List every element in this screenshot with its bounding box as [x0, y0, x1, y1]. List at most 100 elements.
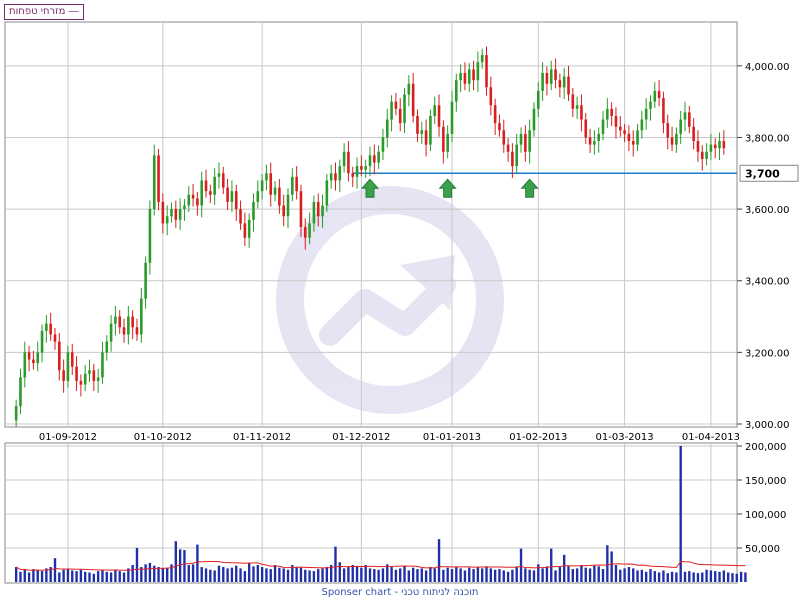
volume-bar [200, 567, 203, 582]
volume-bar [96, 571, 100, 582]
candle-body [140, 298, 143, 335]
volume-bar [528, 569, 531, 582]
volume-bar [19, 571, 22, 582]
volume-bar [662, 570, 665, 582]
volume-bar [688, 571, 691, 582]
candle-body [187, 194, 191, 206]
candle-body [606, 108, 609, 120]
candle-body [45, 323, 48, 331]
candle-body [53, 334, 57, 342]
candle-body [230, 191, 234, 202]
volume-bar [657, 572, 661, 582]
candle-body [260, 180, 264, 192]
volume-bar [58, 572, 61, 582]
volume-bar [666, 573, 669, 582]
candle-body [148, 209, 152, 263]
candle-body [88, 370, 91, 374]
volume-bar [701, 572, 704, 582]
candle-body [368, 155, 372, 167]
volume-bar [364, 565, 367, 582]
date-tick-label: 01-09-2012 [39, 432, 97, 443]
candle-body [631, 141, 635, 145]
candle-body [66, 352, 70, 382]
candle-body [549, 69, 553, 84]
candle-body [541, 72, 544, 91]
candle-body [252, 201, 255, 220]
volume-bar [381, 568, 385, 582]
candle-body [243, 223, 247, 238]
candle-body [278, 187, 281, 206]
volume-bar [373, 569, 376, 582]
volume-tick-label: 50,000 [745, 544, 780, 555]
candle-body [467, 69, 471, 84]
candle-body [640, 119, 644, 131]
volume-bar [653, 571, 656, 582]
candle-body [19, 377, 22, 407]
candle-body [437, 105, 441, 127]
candle-body [174, 209, 178, 220]
candle-body [96, 377, 100, 382]
candle-body [493, 105, 497, 124]
candle-body [472, 69, 475, 81]
candle-body [502, 130, 506, 145]
candle-body [532, 108, 536, 131]
volume-bar [502, 570, 505, 582]
volume-bar [230, 567, 234, 582]
candle-body [554, 69, 557, 81]
candle-body [325, 180, 329, 206]
volume-bar [493, 569, 497, 582]
volume-bar [610, 551, 613, 582]
volume-bar [282, 568, 285, 582]
candle-body [144, 262, 147, 299]
date-tick-label: 01-02-2013 [509, 432, 567, 443]
candle-body [567, 76, 570, 95]
volume-bar [481, 568, 484, 582]
volume-bar [670, 571, 674, 582]
candle-body [709, 144, 713, 152]
volume-bar [627, 567, 631, 582]
candle-body [670, 137, 674, 145]
candle-body [282, 205, 285, 217]
candle-body [92, 370, 96, 382]
candle-body [303, 227, 307, 238]
volume-bar [411, 567, 415, 582]
candle-body [433, 105, 437, 116]
volume-bar [377, 569, 380, 582]
volume-bar [235, 565, 238, 582]
date-tick-label: 01-12-2012 [332, 432, 390, 443]
candle-body [152, 155, 156, 210]
candle-body [593, 141, 596, 145]
volume-bar [498, 569, 501, 582]
candle-body [114, 316, 117, 324]
price-tick-label: 4,000.00 [745, 62, 790, 73]
volume-bar [567, 566, 570, 582]
volume-bar [351, 565, 354, 582]
volume-bar [731, 573, 734, 582]
candle-body [247, 219, 251, 238]
volume-bar [433, 568, 436, 582]
volume-bar [191, 564, 195, 582]
candle-body [157, 155, 160, 202]
candle-body [40, 330, 44, 353]
candle-body [623, 130, 626, 134]
volume-bar [14, 567, 18, 582]
volume-bar [511, 569, 514, 582]
volume-bar [135, 548, 139, 582]
volume-bar [273, 565, 277, 582]
candle-body [70, 352, 74, 367]
candle-body [429, 115, 432, 145]
candle-body [627, 133, 631, 142]
candle-body [79, 381, 83, 385]
candle-body [161, 201, 165, 224]
candle-body [239, 209, 242, 224]
volume-bar [709, 570, 713, 582]
candle-body [204, 180, 208, 192]
volume-bar [187, 565, 190, 582]
volume-bar [114, 569, 117, 582]
volume-bar [632, 568, 635, 582]
volume-bar [554, 570, 557, 582]
volume-bar [735, 573, 738, 582]
date-tick-label: 01-04-2013 [682, 432, 740, 443]
candle-body [498, 123, 501, 131]
candle-body [269, 173, 273, 195]
